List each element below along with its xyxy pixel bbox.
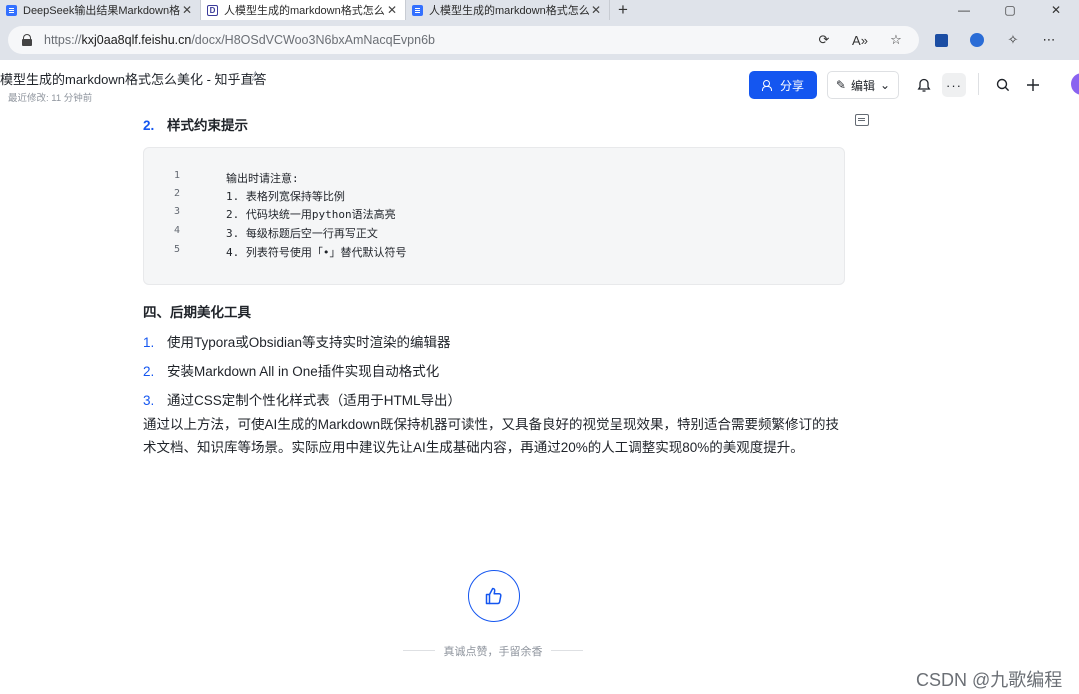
list-item: 1. 使用Typora或Obsidian等支持实时渲染的编辑器 — [143, 331, 451, 351]
minimize-button[interactable]: — — [941, 0, 987, 20]
browser-menu-icon[interactable]: ⋯ — [1038, 29, 1060, 51]
browser-tab-3-active[interactable]: 人模型生成的markdown格式怎么 ✕ — [406, 0, 610, 20]
like-caption: 真诚点赞，手留余香 — [403, 643, 583, 659]
code-text: 1. 表格列宽保持等比例 — [226, 190, 345, 203]
code-text: 3. 每级标题后空一行再写正文 — [226, 227, 378, 240]
thumbs-up-icon — [485, 587, 502, 605]
code-text: 2. 代码块统一用python语法高亮 — [226, 208, 396, 221]
comment-icon[interactable] — [855, 114, 869, 126]
list-item: 2. 安装Markdown All in One插件实现自动格式化 — [143, 360, 439, 380]
users-icon — [761, 80, 775, 91]
close-icon[interactable]: ✕ — [180, 3, 194, 17]
lock-icon[interactable] — [22, 34, 32, 46]
edit-button[interactable]: ✎ 编辑 ⌄ — [827, 71, 899, 99]
code-block[interactable]: 1 输出时请注意: 2 1. 表格列宽保持等比例 3 2. 代码块统一用python语… — [143, 147, 845, 285]
bell-icon[interactable] — [912, 73, 936, 97]
browser-tab-1[interactable]: DeepSeek输出结果Markdown格式 ✕ — [0, 0, 201, 20]
line-number: 2 — [174, 188, 181, 199]
section-heading: 四、后期美化工具 — [143, 305, 251, 320]
code-line: 1 输出时请注意: — [144, 170, 844, 188]
star-icon[interactable]: ☆ — [249, 68, 262, 85]
avatar[interactable] — [1071, 73, 1079, 95]
list-text: 使用Typora或Obsidian等支持实时渲染的编辑器 — [167, 335, 451, 350]
extension-globe-icon[interactable] — [966, 29, 988, 51]
doc-header: 模型生成的markdown格式怎么美化 - 知乎直答 ☆ 最近修改: 11 分钟… — [0, 60, 1079, 106]
pencil-icon: ✎ — [835, 78, 846, 92]
list-text: 通过CSS定制个性化样式表（适用于HTML导出） — [167, 393, 462, 408]
tab-title: 人模型生成的markdown格式怎么 — [429, 5, 589, 17]
line-number: 5 — [174, 244, 181, 255]
doc-favicon-icon — [6, 4, 17, 16]
more-options-button[interactable]: ··· — [942, 73, 966, 97]
like-button[interactable] — [468, 570, 520, 622]
header-divider — [978, 73, 979, 95]
code-text: 输出时请注意: — [226, 172, 299, 185]
browser-toolbar: https:// kxj0aa8qlf.feishu.cn /docx/H8OS… — [0, 20, 1079, 60]
list-item: 3. 通过CSS定制个性化样式表（适用于HTML导出） — [143, 389, 461, 409]
extensions-area: ✧ ⋯ — [930, 28, 1060, 52]
refresh-icon[interactable]: ⟳ — [813, 32, 835, 48]
list-text: 样式约束提示 — [167, 118, 248, 133]
list-number: 1. — [143, 335, 155, 350]
address-bar[interactable]: https:// kxj0aa8qlf.feishu.cn /docx/H8OS… — [8, 26, 919, 54]
doc-title[interactable]: 模型生成的markdown格式怎么美化 - 知乎直答 — [0, 69, 267, 88]
watermark: CSDN @九歌编程 — [916, 670, 1063, 690]
line-number: 3 — [174, 206, 181, 217]
code-line: 4 3. 每级标题后空一行再写正文 — [144, 225, 844, 243]
list-number: 2. — [143, 364, 155, 379]
code-line: 5 4. 列表符号使用「•」替代默认符号 — [144, 244, 844, 262]
chevron-down-icon: ⌄ — [880, 78, 891, 92]
extension-shield-icon[interactable] — [930, 29, 952, 51]
url-protocol: https:// — [44, 33, 82, 47]
tab-title: DeepSeek输出结果Markdown格式 — [23, 5, 180, 17]
url-path: /docx/H8OSdVCWoo3N6bxAmNacqEvpn6b — [191, 33, 435, 47]
zhihu-favicon-icon: D — [207, 4, 218, 16]
code-line: 2 1. 表格列宽保持等比例 — [144, 188, 844, 206]
url-actions: ⟳ A» ☆ — [813, 26, 907, 54]
tab-title: 人模型生成的markdown格式怎么 — [224, 5, 385, 17]
list-text: 安装Markdown All in One插件实现自动格式化 — [167, 364, 440, 379]
code-text: 4. 列表符号使用「•」替代默认符号 — [226, 246, 407, 259]
browser-tab-bar: DeepSeek输出结果Markdown格式 ✕ D 人模型生成的markdow… — [0, 0, 1079, 20]
close-icon[interactable]: ✕ — [385, 3, 399, 17]
list-number: 3. — [143, 393, 155, 408]
share-label: 分享 — [779, 78, 804, 93]
share-button[interactable]: 分享 — [749, 71, 817, 99]
doc-favicon-icon — [412, 4, 423, 16]
browser-tab-2[interactable]: D 人模型生成的markdown格式怎么 ✕ — [201, 0, 406, 20]
close-window-button[interactable]: ✕ — [1033, 0, 1079, 20]
search-icon[interactable] — [991, 73, 1015, 97]
window-controls: — ▢ ✕ — [941, 0, 1079, 20]
line-number: 1 — [174, 170, 181, 181]
url-host: kxj0aa8qlf.feishu.cn — [81, 33, 192, 47]
plus-icon[interactable] — [1021, 73, 1045, 97]
maximize-button[interactable]: ▢ — [987, 0, 1033, 20]
edit-label: 编辑 — [850, 78, 875, 93]
close-icon[interactable]: ✕ — [589, 3, 603, 17]
new-tab-button[interactable]: + — [610, 0, 636, 20]
favorite-star-icon[interactable]: ☆ — [885, 32, 907, 48]
code-line: 3 2. 代码块统一用python语法高亮 — [144, 206, 844, 224]
list-number: 2. — [143, 118, 155, 133]
extensions-puzzle-icon[interactable]: ✧ — [1002, 29, 1024, 51]
list-item-heading: 2. 样式约束提示 — [143, 114, 248, 134]
last-modified: 最近修改: 11 分钟前 — [8, 93, 93, 104]
conclusion-paragraph: 通过以上方法，可使AI生成的Markdown既保持机器可读性，又具备良好的视觉呈… — [143, 417, 840, 455]
line-number: 4 — [174, 225, 181, 236]
read-aloud-icon[interactable]: A» — [849, 33, 871, 48]
